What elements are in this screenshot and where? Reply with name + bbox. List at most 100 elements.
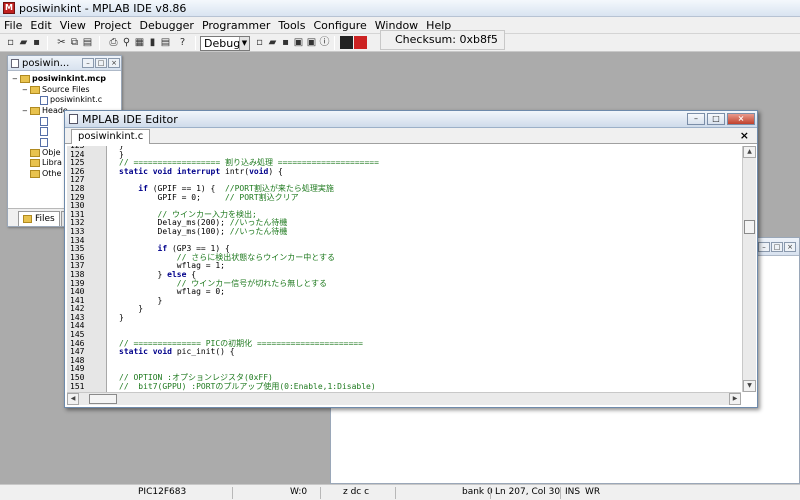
- tree-root[interactable]: − posiwinkint.mcp: [12, 74, 121, 85]
- tree-file-label: posiwinkint.c: [50, 95, 103, 105]
- build-all-icon[interactable]: ▣: [305, 36, 318, 49]
- code-line[interactable]: 147 static void pic_init() {: [67, 347, 741, 357]
- menu-item-file[interactable]: File: [0, 18, 26, 33]
- folder-icon: [30, 169, 40, 178]
- open-folder-icon[interactable]: ▰: [17, 36, 30, 49]
- code-line[interactable]: 148: [67, 356, 741, 366]
- maximize-icon[interactable]: □: [707, 113, 725, 125]
- status-device: PIC12F683: [138, 487, 187, 497]
- save-project-icon[interactable]: ▪: [279, 36, 292, 49]
- tab-posiwinkint-c[interactable]: posiwinkint.c: [71, 129, 151, 144]
- cut-icon[interactable]: ✂: [55, 36, 68, 49]
- code-line[interactable]: 133 Delay_ms(100); //いったん待機: [67, 226, 741, 237]
- save-icon[interactable]: ▪: [30, 36, 43, 49]
- paste-icon[interactable]: ▤: [81, 36, 94, 49]
- folder-icon: [30, 159, 40, 168]
- title-bar: M posiwinkint - MPLAB IDE v8.86: [0, 0, 800, 17]
- maximize-icon[interactable]: □: [95, 58, 107, 68]
- code-line[interactable]: 141 }: [67, 296, 741, 306]
- h-file-icon: [40, 137, 48, 147]
- new-file-icon[interactable]: ▫: [4, 36, 17, 49]
- tree-root-label: posiwinkint.mcp: [32, 74, 106, 84]
- collapse-icon[interactable]: −: [22, 85, 28, 95]
- line-number: 151: [70, 381, 85, 391]
- collapse-icon[interactable]: −: [12, 74, 18, 84]
- minimize-icon[interactable]: –: [758, 241, 770, 252]
- output-window-icon[interactable]: [340, 36, 353, 49]
- window-title: posiwinkint - MPLAB IDE v8.86: [19, 1, 187, 15]
- maximize-icon[interactable]: □: [771, 241, 783, 252]
- line-source: static void interrupt intr(void) {: [119, 166, 283, 176]
- menu-item-edit[interactable]: Edit: [26, 18, 55, 33]
- open-project-icon[interactable]: ▰: [266, 36, 279, 49]
- tree-folder-label: Othe: [42, 168, 62, 178]
- tree-folder-source[interactable]: − Source Files: [12, 85, 121, 96]
- scroll-right-icon[interactable]: ▶: [729, 393, 741, 405]
- horizontal-scroll-thumb[interactable]: [89, 394, 117, 404]
- line-source: Delay_ms(100); //いったん待機: [119, 226, 288, 236]
- print-icon[interactable]: ⎙: [107, 36, 120, 49]
- scroll-up-icon[interactable]: ▲: [743, 146, 756, 158]
- status-ins: INS: [565, 487, 581, 497]
- editor-tabstrip: posiwinkint.c ×: [65, 128, 757, 144]
- code-area[interactable]: 123}124}125// ================== 割り込み処理 …: [67, 146, 741, 392]
- scroll-down-icon[interactable]: ▼: [743, 380, 756, 392]
- tree-folder-label: Source Files: [42, 84, 90, 94]
- line-source: GPIF = 0; // PORT割込クリア: [119, 192, 299, 202]
- minimize-icon[interactable]: –: [82, 58, 94, 68]
- toolbar-separator: [47, 36, 48, 50]
- vertical-scroll-thumb[interactable]: [744, 220, 755, 234]
- status-separator: [320, 487, 321, 499]
- menu-item-configure[interactable]: Configure: [309, 18, 370, 33]
- breakpoint-icon[interactable]: ▤: [159, 36, 172, 49]
- code-line[interactable]: 140 wflag = 0;: [67, 287, 741, 297]
- close-icon[interactable]: ×: [108, 58, 120, 68]
- status-cursor-position: Ln 207, Col 30: [495, 487, 561, 497]
- scroll-left-icon[interactable]: ◀: [67, 393, 79, 405]
- horizontal-scrollbar[interactable]: ◀ ▶: [67, 392, 741, 405]
- memory-icon[interactable]: [354, 36, 367, 49]
- menu-item-debugger[interactable]: Debugger: [135, 18, 197, 33]
- code-line[interactable]: 144: [67, 322, 741, 331]
- build-icon[interactable]: ▣: [292, 36, 305, 49]
- tree-file-source[interactable]: posiwinkint.c: [12, 95, 121, 106]
- code-line[interactable]: 142 }: [67, 305, 741, 314]
- status-wr: WR: [585, 487, 601, 497]
- tab-files[interactable]: Files: [18, 211, 60, 226]
- code-line[interactable]: 151 // bit7(GPPU) :PORTのプルアップ使用(0:Enable,…: [67, 381, 741, 392]
- status-separator: [232, 487, 233, 499]
- folder-icon: [30, 148, 40, 157]
- help-icon[interactable]: ?: [176, 36, 189, 49]
- close-icon[interactable]: ×: [727, 113, 755, 125]
- find-in-files-icon[interactable]: ▦: [133, 36, 146, 49]
- new-project-icon[interactable]: ▫: [253, 36, 266, 49]
- menu-item-programmer[interactable]: Programmer: [198, 18, 274, 33]
- minimize-icon[interactable]: –: [687, 113, 705, 125]
- menu-item-project[interactable]: Project: [90, 18, 136, 33]
- vertical-scrollbar[interactable]: ▲ ▼: [742, 146, 756, 392]
- tree-folder-label: Obje: [42, 147, 61, 157]
- toolbar-separator: [195, 36, 196, 50]
- bookmark-icon[interactable]: ▮: [146, 36, 159, 49]
- line-source: static void pic_init() {: [119, 347, 235, 357]
- status-separator: [395, 487, 396, 499]
- build-config-select[interactable]: Debug ▼: [200, 36, 250, 51]
- code-line[interactable]: 126 static void interrupt intr(void) {: [67, 166, 741, 177]
- status-w-register: W:0: [290, 487, 308, 497]
- tab-files-label: Files: [35, 214, 55, 224]
- close-tab-icon[interactable]: ×: [740, 129, 749, 142]
- close-icon[interactable]: ×: [784, 241, 796, 252]
- status-flags: z dc c: [343, 487, 370, 497]
- menu-item-tools[interactable]: Tools: [274, 18, 309, 33]
- collapse-icon[interactable]: −: [22, 106, 28, 116]
- code-line[interactable]: 129 GPIF = 0; // PORT割込クリア: [67, 192, 741, 203]
- folder-icon: [23, 215, 32, 223]
- copy-icon[interactable]: ⧉: [68, 36, 81, 49]
- mplab-app-icon: M: [3, 2, 15, 14]
- info-icon[interactable]: ⓘ: [318, 36, 331, 49]
- tree-folder-label: Libra: [42, 158, 62, 168]
- find-icon[interactable]: ⚲: [120, 36, 133, 49]
- h-file-icon: [40, 116, 48, 126]
- menu-item-view[interactable]: View: [56, 18, 90, 33]
- code-line[interactable]: 143}: [67, 313, 741, 323]
